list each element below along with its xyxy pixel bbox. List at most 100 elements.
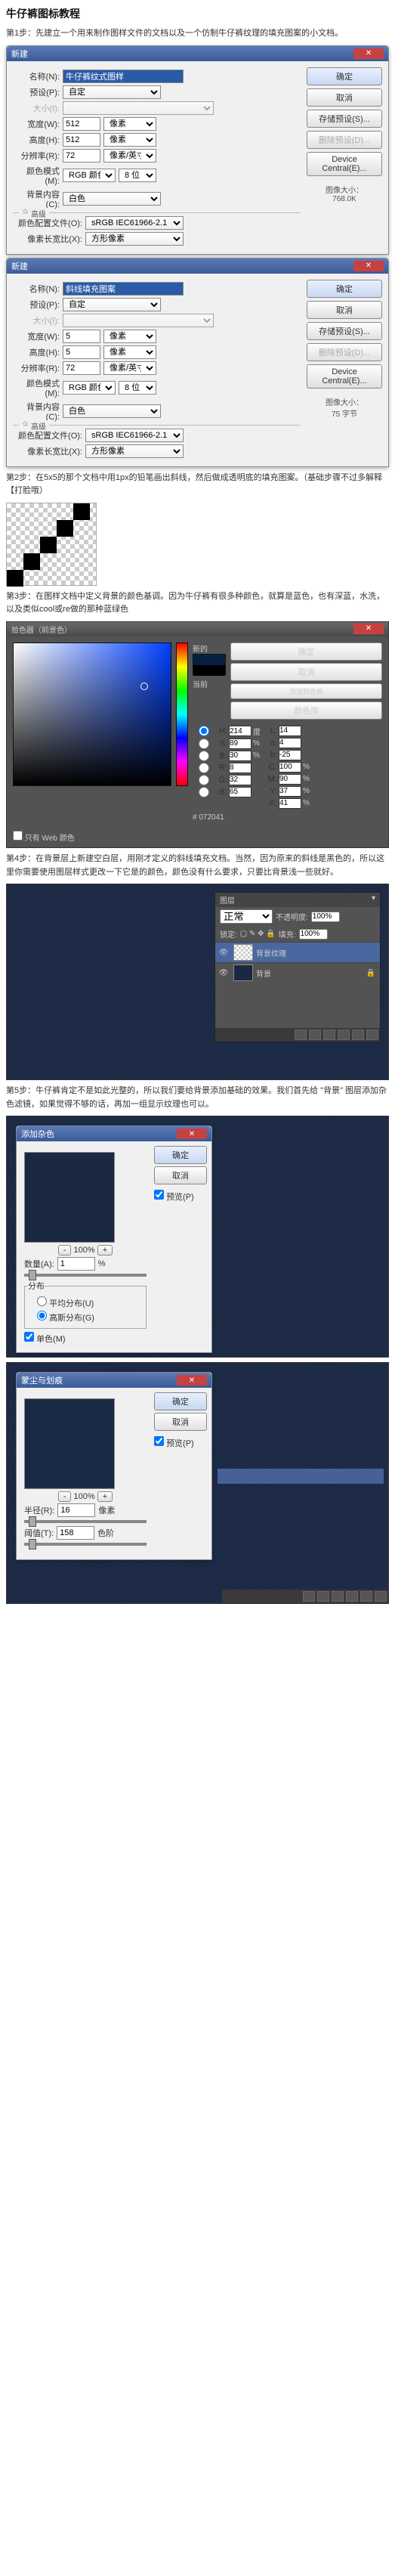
preset-select[interactable]: 自定: [63, 85, 161, 99]
res-input[interactable]: [63, 361, 100, 375]
new-layer-icon[interactable]: [360, 1591, 372, 1602]
res-unit[interactable]: 像素/英寸: [103, 361, 156, 375]
bg-select[interactable]: 白色: [63, 404, 161, 418]
web-only-checkbox[interactable]: 只有 Web 颜色: [13, 834, 75, 843]
lab-b-input[interactable]: [279, 750, 301, 760]
adjust-icon[interactable]: [338, 1029, 350, 1040]
eye-icon[interactable]: 👁: [217, 949, 230, 957]
fx-icon[interactable]: [303, 1591, 315, 1602]
bit-select[interactable]: 8 位: [119, 381, 156, 395]
bb-input[interactable]: [229, 787, 252, 797]
opacity-input[interactable]: [311, 912, 340, 922]
panel-menu-icon[interactable]: ▾: [372, 894, 375, 906]
ok-button[interactable]: 确定: [154, 1146, 207, 1164]
preview-checkbox[interactable]: 预览(P): [154, 1436, 207, 1449]
h-radio[interactable]: [193, 726, 215, 736]
res-unit[interactable]: 像素/英寸: [103, 149, 156, 163]
new-layer-icon[interactable]: [352, 1029, 364, 1040]
ok-button[interactable]: 确定: [307, 67, 382, 85]
thresh-slider[interactable]: [24, 1543, 147, 1546]
cancel-button[interactable]: 取消: [154, 1413, 207, 1431]
folder-icon[interactable]: [332, 1591, 344, 1602]
mask-icon[interactable]: [309, 1029, 321, 1040]
cancel-button[interactable]: 取消: [230, 663, 382, 681]
ok-button[interactable]: 确定: [154, 1392, 207, 1410]
bg-select[interactable]: 白色: [63, 192, 161, 206]
uniform-radio[interactable]: 平均分布(U): [37, 1299, 94, 1308]
close-icon[interactable]: ✕: [353, 48, 384, 59]
r-input[interactable]: [229, 763, 252, 773]
profile-select[interactable]: sRGB IEC61966-2.1: [85, 216, 184, 230]
g-input[interactable]: [229, 775, 252, 785]
bit-select[interactable]: 8 位: [119, 169, 156, 182]
trash-icon[interactable]: [366, 1029, 378, 1040]
ok-button[interactable]: 确定: [307, 280, 382, 298]
profile-select[interactable]: sRGB IEC61966-2.1: [85, 429, 184, 442]
zoom-out-button[interactable]: -: [58, 1491, 72, 1502]
mask-icon[interactable]: [317, 1591, 329, 1602]
mode-select[interactable]: RGB 颜色: [63, 381, 116, 395]
g-radio[interactable]: [193, 775, 215, 785]
h-input[interactable]: [229, 726, 252, 736]
aspect-select[interactable]: 方形像素: [85, 444, 184, 458]
aspect-select[interactable]: 方形像素: [85, 232, 184, 246]
close-icon[interactable]: ✕: [177, 1375, 207, 1386]
preview-checkbox[interactable]: 预览(P): [154, 1190, 207, 1203]
fill-input[interactable]: [299, 929, 328, 940]
gaussian-radio[interactable]: 高斯分布(G): [37, 1314, 94, 1323]
expand-icon[interactable]: ☆: [19, 420, 26, 429]
close-icon[interactable]: ✕: [177, 1129, 207, 1139]
layer-row[interactable]: 👁背景纹理: [215, 942, 380, 962]
save-preset-button[interactable]: 存储预设(S)...: [307, 110, 382, 128]
close-icon[interactable]: ✕: [353, 261, 384, 271]
mono-checkbox[interactable]: 单色(M): [24, 1335, 66, 1344]
radius-slider[interactable]: [24, 1520, 147, 1523]
name-input[interactable]: [63, 282, 184, 296]
zoom-out-button[interactable]: -: [58, 1245, 72, 1255]
radius-input[interactable]: [57, 1503, 95, 1517]
expand-icon[interactable]: ☆: [19, 208, 26, 216]
b-input[interactable]: [229, 751, 252, 761]
cancel-button[interactable]: 取消: [307, 301, 382, 319]
width-unit[interactable]: 像素: [103, 330, 156, 343]
eye-icon[interactable]: 👁: [217, 969, 230, 977]
cancel-button[interactable]: 取消: [154, 1166, 207, 1184]
res-input[interactable]: [63, 149, 100, 163]
add-swatch-button[interactable]: 添加到色板: [230, 683, 382, 699]
color-lib-button[interactable]: 颜色库: [230, 701, 382, 720]
width-input[interactable]: [63, 117, 100, 131]
height-unit[interactable]: 像素: [103, 133, 156, 147]
device-central-button[interactable]: Device Central(E)...: [307, 152, 382, 176]
preset-select[interactable]: 自定: [63, 298, 161, 311]
a-input[interactable]: [279, 738, 301, 748]
amount-slider[interactable]: [24, 1274, 147, 1277]
ok-button[interactable]: 确定: [230, 642, 382, 661]
device-central-button[interactable]: Device Central(E)...: [307, 364, 382, 389]
s-radio[interactable]: [193, 738, 215, 749]
layer-row[interactable]: 👁背景🔒: [215, 962, 380, 983]
l-input[interactable]: [279, 726, 301, 736]
height-input[interactable]: [63, 345, 100, 359]
mode-select[interactable]: RGB 颜色: [63, 169, 116, 182]
width-unit[interactable]: 像素: [103, 117, 156, 131]
height-unit[interactable]: 像素: [103, 345, 156, 359]
lock-icons[interactable]: ▢ ✎ ✥ 🔒: [240, 930, 276, 938]
bb-radio[interactable]: [193, 787, 215, 797]
save-preset-button[interactable]: 存储预设(S)...: [307, 322, 382, 340]
k-input[interactable]: [279, 798, 301, 809]
name-input[interactable]: [63, 70, 184, 83]
hue-slider[interactable]: [176, 642, 188, 786]
b-radio[interactable]: [193, 751, 215, 761]
folder-icon[interactable]: [323, 1029, 335, 1040]
zoom-in-button[interactable]: +: [97, 1491, 113, 1502]
width-input[interactable]: [63, 330, 100, 343]
zoom-in-button[interactable]: +: [97, 1245, 113, 1255]
y-input[interactable]: [279, 786, 301, 797]
c-input[interactable]: [279, 762, 301, 772]
blend-mode-select[interactable]: 正常: [220, 909, 273, 924]
r-radio[interactable]: [193, 763, 215, 773]
adjust-icon[interactable]: [346, 1591, 358, 1602]
close-icon[interactable]: ✕: [353, 624, 384, 634]
cancel-button[interactable]: 取消: [307, 88, 382, 107]
thresh-input[interactable]: [57, 1526, 94, 1540]
